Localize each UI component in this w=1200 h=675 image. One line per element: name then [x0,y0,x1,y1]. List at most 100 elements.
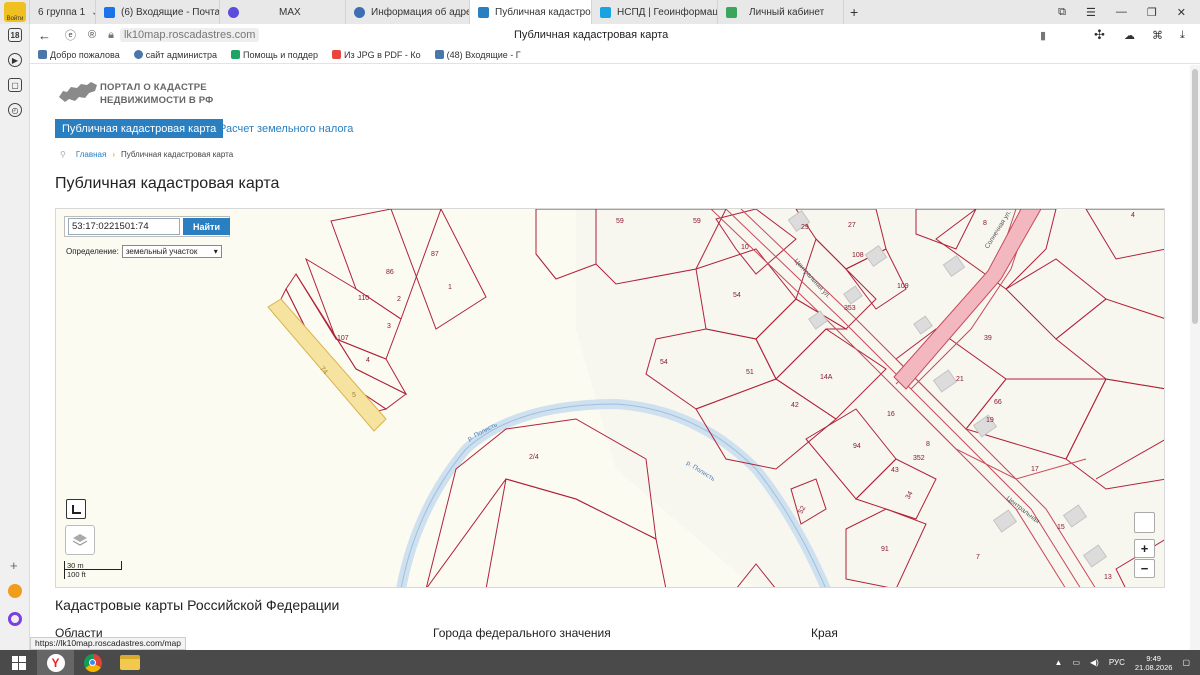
nav-cadastral-map[interactable]: Публичная кадастровая карта [55,119,224,138]
language-indicator[interactable]: РУС [1109,658,1125,667]
cadastral-number-input[interactable] [68,218,180,235]
copy-icon[interactable]: ⧉ [1058,6,1066,19]
parcel-label: 86 [386,269,394,276]
clock-icon[interactable]: ◴ [8,103,22,117]
find-button[interactable]: Найти [183,218,230,235]
tab-bar: 12 6 группа 1⌄ (6) Входящие - Почта Ma M… [0,0,1200,24]
minimize-icon[interactable]: — [1116,6,1127,18]
notification-icon[interactable]: ▢ [1182,658,1190,667]
new-tab-button[interactable]: + [850,4,858,20]
parcel-label: 21 [956,376,964,383]
parcel-label: 59 [616,218,624,225]
map-scale: 30 m 100 ft [64,561,122,579]
tab-group[interactable]: 6 группа 1⌄ [30,0,96,24]
cadastral-map[interactable]: 59 59 29 27 8 4 10 86 87 110 2 1 108 109… [55,208,1165,588]
bookmark-3[interactable]: Помощь и поддер [230,50,318,60]
fullscreen-button[interactable] [66,499,86,519]
fullscreen-icon [71,504,81,514]
chrome-taskbar[interactable] [74,650,111,675]
bookmark-list-icon[interactable]: ☰ [1086,6,1096,19]
bookmark-2[interactable]: сайт администра [133,50,217,60]
gallery-icon[interactable]: ▢ [8,78,22,92]
zen-icon[interactable] [8,584,22,598]
parcel-label: 87 [431,251,439,258]
parcel-label: 352 [913,455,925,462]
layers-button[interactable] [65,525,95,555]
downloads-icon[interactable]: ⤓ [1180,29,1185,42]
map-option-button[interactable] [1134,512,1155,533]
windows-start-button[interactable] [0,650,37,675]
bookmark-icon[interactable]: ▮ [1040,29,1046,42]
windows-icon [11,655,26,670]
chevron-down-icon: ▾ [213,247,218,256]
clock[interactable]: 9:49 21.08.2026 [1135,654,1173,672]
close-window-icon[interactable]: ✕ [1177,6,1186,19]
sidebar-badge-icon[interactable]: 18 [8,28,22,42]
breadcrumb-home[interactable]: Главная [76,150,106,159]
explorer-taskbar[interactable] [111,650,148,675]
tab-nspd[interactable]: НСПД | Геоинформацион [592,0,718,24]
tab-address-info[interactable]: Информация об адресе [346,0,470,24]
security-icon[interactable]: ⓔ [65,27,76,43]
nspd-icon [600,6,611,18]
parcel-label: 1 [448,284,452,291]
zoom-out-button[interactable]: − [1134,559,1155,578]
parcel-label: 3 [387,323,391,330]
parcel-label: 7 [976,554,980,561]
tab-mail[interactable]: (6) Входящие - Почта Ma [96,0,220,24]
parcel-label: 4 [1131,212,1135,219]
parcel-label: 94 [853,443,861,450]
page-scrollbar[interactable] [1190,65,1200,650]
map-canvas[interactable]: 59 59 29 27 8 4 10 86 87 110 2 1 108 109… [56,209,1165,588]
parcel-label: 14А [820,374,833,381]
bookmark-4[interactable]: Из JPG в PDF - Ко [331,50,421,60]
tab-cabinet[interactable]: Личный кабинет [718,0,844,24]
site-logo[interactable]: ПОРТАЛ О КАДАСТРЕ НЕДВИЖИМОСТИ В РФ [100,81,214,107]
download-icon[interactable]: ® [88,29,96,41]
bookmark-5[interactable]: (48) Входящие - Г [434,50,521,60]
parcel-label: 19 [986,417,994,424]
column-federal-cities[interactable]: Города федерального значения [433,626,611,640]
puzzle-icon[interactable]: ⌘ [1152,29,1163,42]
address-bar: ← ⓔ ® 🔒︎ lk10map.roscadastres.com Публич… [30,24,1200,46]
vk-icon [434,50,444,59]
tab-cadastral-map[interactable]: Публичная кадастровая✕ [470,0,592,24]
cloud-icon[interactable]: ☁ [1124,29,1135,42]
zoom-in-button[interactable]: + [1134,539,1155,558]
scroll-thumb[interactable] [1192,69,1198,324]
extension-icon[interactable]: ✣ [1094,27,1105,43]
parcel-label: 4 [366,357,370,364]
url-field[interactable]: lk10map.roscadastres.com [119,28,260,42]
breadcrumb-current: Публичная кадастровая карта [120,150,234,159]
bookmarks-bar: Добро пожалова сайт администра Помощь и … [30,46,1200,64]
network-icon[interactable]: ▭ [1072,658,1080,667]
max-icon [228,6,239,18]
definition-select[interactable]: земельный участок ▾ [121,245,222,258]
definition-row: Определение: земельный участок ▾ [66,245,222,258]
parcel-label: 15 [1057,524,1065,531]
volume-icon[interactable]: ◀) [1090,658,1099,667]
login-button[interactable]: Войти [4,2,26,22]
folder-icon [119,655,140,670]
yandex-icon: Y [46,653,65,672]
back-arrow-icon[interactable]: ← [38,28,51,43]
parcel-label: 107 [337,335,349,342]
yandex-browser-taskbar[interactable]: Y [37,650,74,675]
nav-land-tax[interactable]: Расчет земельного налога [219,123,353,135]
play-icon[interactable]: ▶ [8,53,22,67]
bookmark-1[interactable]: Добро пожалова [38,50,120,60]
plus-icon[interactable]: + [10,558,18,573]
tray-arrow-icon[interactable]: ▲ [1055,658,1063,667]
maximize-icon[interactable]: ❐ [1147,6,1157,19]
column-territories[interactable]: Края [811,626,838,640]
definition-label: Определение: [66,247,119,256]
pdf-icon [331,50,341,59]
tab-max[interactable]: MAX [220,0,346,24]
parcel-label: 10 [741,244,749,251]
parcel-label: 2 [397,296,401,303]
cabinet-icon [726,6,737,18]
alice-icon[interactable] [8,612,22,626]
parcel-label: 54 [733,292,741,299]
parcel-label: 353 [844,305,856,312]
parcel-label: 66 [994,399,1002,406]
